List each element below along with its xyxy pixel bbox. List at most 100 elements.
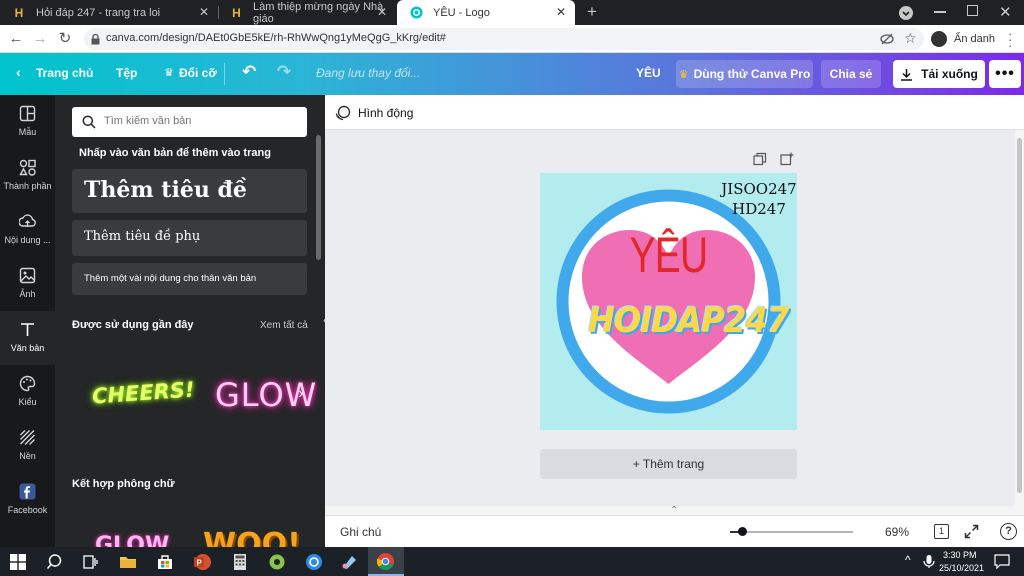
svg-text:P: P xyxy=(197,559,203,568)
incognito-profile[interactable]: Ẩn danh xyxy=(931,30,1017,48)
rail-item-text[interactable]: Văn bản xyxy=(0,311,55,365)
browser-tab-hoidap[interactable]: H Hỏi đáp 247 - trang tra loi ✕ xyxy=(0,0,218,25)
powerpoint-icon[interactable]: P xyxy=(192,552,212,572)
elements-icon xyxy=(19,159,36,176)
zoom-level[interactable]: 69% xyxy=(885,525,909,539)
workspace-scrollbar[interactable] xyxy=(1015,130,1024,515)
fullscreen-icon[interactable] xyxy=(964,524,979,539)
side-rail: Mẫu Thành phần Nội dung ... Ảnh Văn bản … xyxy=(0,95,55,547)
page-count-button[interactable]: 1 xyxy=(934,524,949,539)
recent-text-cheers[interactable]: CHEERS! xyxy=(85,373,195,413)
rail-item-background[interactable]: Nền xyxy=(0,419,55,473)
panel-scrollbar[interactable] xyxy=(316,135,321,260)
brand-text[interactable]: HOIDAP247 xyxy=(588,301,789,341)
taskbar-time[interactable]: 3:30 PM xyxy=(943,550,977,560)
back-icon[interactable]: ← xyxy=(7,30,25,48)
paint-3d-icon[interactable] xyxy=(267,552,287,572)
chevron-up-icon[interactable]: ^ xyxy=(905,553,911,567)
rail-item-uploads[interactable]: Nội dung ... xyxy=(0,203,55,257)
browser-tab-canva[interactable]: YÊU - Logo ✕ xyxy=(397,0,575,25)
zoom-slider-handle[interactable] xyxy=(738,527,748,536)
duplicate-page-icon[interactable] xyxy=(753,152,767,166)
calculator-icon[interactable] xyxy=(230,552,250,572)
design-page[interactable]: JISOO247 HD247 YÊU HOIDAP247 xyxy=(540,173,797,430)
close-icon[interactable]: ✕ xyxy=(198,6,210,18)
animate-button[interactable]: Hình động xyxy=(335,104,413,122)
help-icon[interactable]: ? xyxy=(1000,523,1017,540)
facebook-icon xyxy=(19,483,36,500)
search-icon[interactable] xyxy=(46,552,66,572)
add-body-button[interactable]: Thêm một vài nội dung cho thân văn bản xyxy=(72,263,307,295)
search-box[interactable] xyxy=(72,107,307,137)
rail-item-facebook[interactable]: Facebook xyxy=(0,473,55,527)
restore-icon[interactable] xyxy=(967,5,978,16)
reload-icon[interactable]: ↻ xyxy=(56,30,74,48)
new-tab-button[interactable]: + xyxy=(583,3,601,21)
omnibox[interactable]: canva.com/design/DAEt0GbE5kE/rh-RhWwQng1… xyxy=(84,28,924,50)
rail-label: Thành phần xyxy=(3,181,52,191)
crown-icon: ♛ xyxy=(164,67,174,79)
undo-icon[interactable]: ↶ xyxy=(242,62,256,82)
search-input[interactable] xyxy=(104,115,294,127)
resize-menu[interactable]: Đổi cỡ xyxy=(179,66,217,80)
text-icon xyxy=(21,323,34,336)
taskbar-chrome-active[interactable] xyxy=(368,547,404,576)
recent-text-glow[interactable]: GLOW xyxy=(207,373,316,423)
add-page-button[interactable]: + Thêm trang xyxy=(540,449,797,479)
lock-icon xyxy=(91,34,100,45)
add-page-icon[interactable] xyxy=(780,152,794,166)
add-body-label: Thêm một vài nội dung cho thân văn bản xyxy=(84,273,257,284)
main-word-text[interactable]: YÊU xyxy=(615,225,722,285)
chevron-up-icon[interactable]: ⌃ xyxy=(670,506,678,516)
share-button[interactable]: Chia sẻ xyxy=(821,60,881,88)
notes-button[interactable]: Ghi chú xyxy=(340,525,381,539)
rail-item-elements[interactable]: Thành phần xyxy=(0,149,55,203)
workspace-scrollbar-thumb[interactable] xyxy=(1017,138,1022,493)
try-pro-button[interactable]: ♛ Dùng thử Canva Pro xyxy=(676,60,813,88)
taskbar-date[interactable]: 25/10/2021 xyxy=(939,563,984,573)
palette-icon xyxy=(19,375,36,392)
file-explorer-icon[interactable] xyxy=(118,552,138,572)
bookmark-star-icon[interactable]: ☆ xyxy=(904,30,917,47)
watermark-text[interactable]: JISOO247 HD247 xyxy=(718,179,797,219)
close-icon[interactable]: ✕ xyxy=(555,6,567,18)
design-title[interactable]: YÊU xyxy=(636,66,661,80)
task-view-icon[interactable] xyxy=(80,552,100,572)
windows-start-icon[interactable] xyxy=(10,554,26,570)
tab-search-icon[interactable] xyxy=(899,6,913,20)
store-icon[interactable] xyxy=(155,552,175,572)
browser-tab-thiep[interactable]: H Làm thiệp mừng ngày Nhà giáo ✕ xyxy=(218,0,396,25)
paint-icon[interactable] xyxy=(340,552,360,572)
chevron-right-icon[interactable]: › xyxy=(298,385,303,403)
more-options-button[interactable]: ••• xyxy=(989,60,1021,88)
minimize-icon[interactable] xyxy=(934,11,946,13)
notification-icon[interactable] xyxy=(994,554,1010,569)
combo-preview-glow[interactable]: GLOW xyxy=(95,533,169,547)
recent-section-title: Được sử dụng gần đây xyxy=(72,319,194,331)
combo-preview-woo[interactable]: WOO! xyxy=(203,527,301,547)
see-all-link[interactable]: Xem tất cả xyxy=(260,320,308,331)
rail-item-styles[interactable]: Kiểu xyxy=(0,365,55,419)
animate-icon xyxy=(335,105,351,121)
rail-item-templates[interactable]: Mẫu xyxy=(0,95,55,149)
snipping-icon[interactable] xyxy=(304,552,324,572)
forward-icon[interactable]: → xyxy=(31,30,49,48)
zoom-slider[interactable] xyxy=(730,531,853,533)
home-link[interactable]: Trang chủ xyxy=(36,66,93,80)
microphone-icon[interactable] xyxy=(922,554,936,569)
add-subheading-button[interactable]: Thêm tiêu đề phụ xyxy=(72,220,307,256)
animate-toolbar: Hình động xyxy=(325,95,1024,130)
file-menu[interactable]: Tệp xyxy=(116,66,137,80)
browser-menu-icon[interactable]: · · · xyxy=(1008,27,1012,52)
eye-off-icon[interactable] xyxy=(880,33,894,45)
window-close-icon[interactable]: ✕ xyxy=(999,3,1012,21)
redo-icon[interactable]: ↷ xyxy=(277,62,291,82)
upload-icon xyxy=(19,214,36,227)
canva-icon xyxy=(409,6,423,20)
tab-title: YÊU - Logo xyxy=(433,6,490,19)
add-heading-button[interactable]: Thêm tiêu đề xyxy=(72,169,307,213)
rail-item-photos[interactable]: Ảnh xyxy=(0,257,55,311)
windows-taskbar: P ^ 3:30 PM 25/10/2021 xyxy=(0,547,1024,576)
close-icon[interactable]: ✕ xyxy=(376,6,388,18)
download-button[interactable]: Tải xuống xyxy=(893,60,985,88)
